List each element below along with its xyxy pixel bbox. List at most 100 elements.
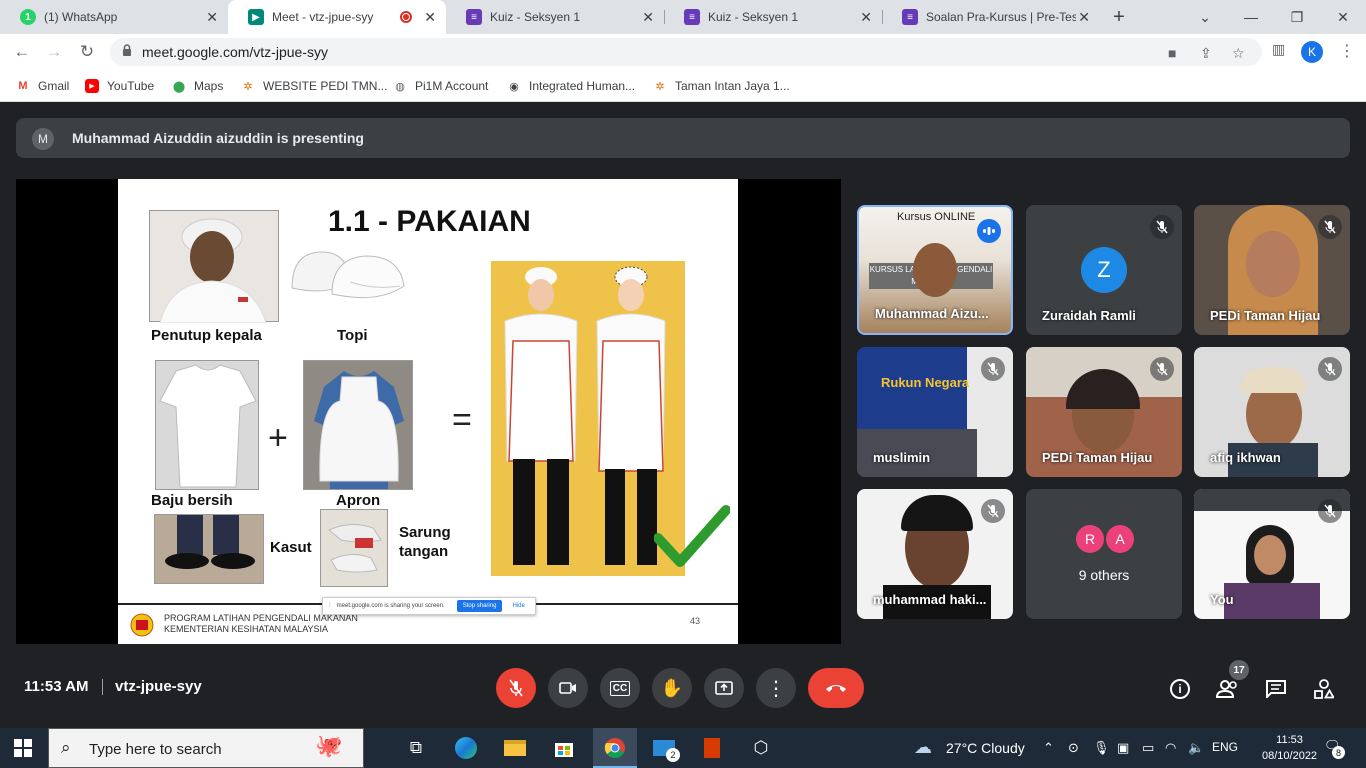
label-baju-bersih: Baju bersih bbox=[151, 492, 233, 509]
bookmark-youtube[interactable]: ▶ YouTube bbox=[85, 76, 154, 96]
wifi-icon[interactable]: ◠ bbox=[1165, 740, 1176, 756]
search-icon: ⌕ bbox=[61, 738, 71, 757]
malaysia-crest-icon bbox=[130, 613, 154, 637]
google-forms-icon: ≡ bbox=[466, 9, 482, 25]
hand-icon: ✋ bbox=[660, 677, 684, 698]
close-icon[interactable]: ✕ bbox=[424, 9, 436, 26]
task-view-icon[interactable]: ⧉ bbox=[402, 734, 430, 762]
avatar: R bbox=[1076, 525, 1104, 553]
tab-soalan[interactable]: ≡ Soalan Pra-Kursus | Pre-Test ✕ bbox=[882, 0, 1100, 34]
mic-toggle-button[interactable] bbox=[496, 668, 536, 708]
chrome-icon[interactable] bbox=[601, 734, 629, 762]
restore-button[interactable]: ❐ bbox=[1274, 0, 1320, 34]
close-icon[interactable]: ✕ bbox=[642, 9, 654, 26]
label-sarung-tangan: Sarung tangan bbox=[399, 524, 451, 560]
stop-sharing-button[interactable]: Stop sharing bbox=[456, 600, 503, 612]
bookmark-website-pedi[interactable]: ✲ WEBSITE PEDI TMN... bbox=[241, 76, 387, 96]
profile-avatar[interactable]: K bbox=[1301, 41, 1323, 63]
participant-tile[interactable]: Kursus ONLINE KURSUS LATIHAN PENGENDALI … bbox=[857, 205, 1013, 335]
activities-button[interactable] bbox=[1311, 676, 1337, 702]
captions-button[interactable]: CC bbox=[600, 668, 640, 708]
cube-app-icon[interactable]: ⬡ bbox=[747, 734, 775, 762]
search-highlight-octopus-icon: 🐙 bbox=[315, 733, 343, 758]
caps-photo bbox=[288, 246, 408, 306]
bookmark-label: YouTube bbox=[107, 79, 155, 93]
meet-main: M Muhammad Aizuddin aizuddin is presenti… bbox=[0, 102, 1366, 728]
drag-handle-icon[interactable]: ⁞ bbox=[329, 603, 331, 609]
tab-kuiz-2[interactable]: ≡ Kuiz - Seksyen 1 ✕ bbox=[664, 0, 882, 34]
bookmark-integrated-human[interactable]: ◉ Integrated Human... bbox=[507, 76, 635, 96]
bookmark-gmail[interactable]: M Gmail bbox=[16, 76, 69, 96]
address-bar[interactable]: meet.google.com/vtz-jpue-syy ■ ⇪ ☆ bbox=[110, 38, 1262, 66]
bookmark-pi1m[interactable]: ◍ Pi1M Account bbox=[393, 76, 488, 96]
hide-button[interactable]: Hide bbox=[512, 603, 524, 609]
mail-icon[interactable]: 2 bbox=[650, 734, 680, 762]
meeting-details-button[interactable]: i bbox=[1167, 676, 1193, 702]
mic-off-icon bbox=[981, 357, 1005, 381]
participant-tile[interactable]: PEDi Taman Hijau bbox=[1194, 205, 1350, 335]
present-button[interactable] bbox=[704, 668, 744, 708]
camera-icon[interactable]: ■ bbox=[1168, 45, 1176, 61]
tab-kuiz-1[interactable]: ≡ Kuiz - Seksyen 1 ✕ bbox=[446, 0, 664, 34]
participant-tile[interactable]: afiq ikhwan bbox=[1194, 347, 1350, 477]
leave-call-button[interactable] bbox=[808, 668, 864, 708]
bookmark-label: Gmail bbox=[38, 79, 70, 93]
clock-date: 08/10/2022 bbox=[1262, 750, 1318, 762]
raise-hand-button[interactable]: ✋ bbox=[652, 668, 692, 708]
bookmark-maps[interactable]: ⬤ Maps bbox=[172, 76, 224, 96]
participant-tile[interactable]: Z Zuraidah Ramli bbox=[1026, 205, 1182, 335]
camera-toggle-button[interactable] bbox=[548, 668, 588, 708]
tray-mic-icon[interactable]: 🎙 bbox=[1093, 740, 1110, 756]
tray-network-icon[interactable]: ▭ bbox=[1142, 740, 1154, 756]
minimize-button[interactable]: — bbox=[1228, 0, 1274, 34]
reload-button[interactable]: ↻ bbox=[76, 41, 98, 63]
tab-title: Meet - vtz-jpue-syy bbox=[272, 10, 374, 24]
new-tab-button[interactable]: + bbox=[1100, 0, 1138, 34]
close-window-button[interactable]: ✕ bbox=[1320, 0, 1366, 34]
tray-display-icon[interactable]: ▣ bbox=[1117, 740, 1129, 756]
tab-meet[interactable]: ▶ Meet - vtz-jpue-syy ✕ bbox=[228, 0, 446, 34]
tray-sync-icon[interactable]: ⊙ bbox=[1068, 740, 1079, 756]
share-icon[interactable]: ⇪ bbox=[1200, 45, 1212, 62]
participant-tile[interactable]: muhammad haki... bbox=[857, 489, 1013, 619]
forward-button[interactable]: → bbox=[43, 41, 65, 63]
windows-start-icon[interactable] bbox=[14, 739, 32, 757]
bookmark-star-icon[interactable]: ☆ bbox=[1232, 45, 1245, 62]
participant-tile[interactable]: Rukun Negara muslimin bbox=[857, 347, 1013, 477]
office-icon[interactable] bbox=[698, 734, 726, 762]
participant-tile-others[interactable]: R A 9 others bbox=[1026, 489, 1182, 619]
close-icon[interactable]: ✕ bbox=[1078, 9, 1090, 26]
back-button[interactable]: ← bbox=[11, 41, 33, 63]
presenting-text: Muhammad Aizuddin aizuddin is presenting bbox=[72, 130, 364, 146]
edge-icon[interactable] bbox=[452, 734, 480, 762]
microsoft-store-icon[interactable] bbox=[550, 734, 578, 762]
weather-text[interactable]: 27°C Cloudy bbox=[946, 740, 1025, 756]
slide-footer-text: PROGRAM LATIHAN PENGENDALI MAKANAN KEMEN… bbox=[164, 613, 358, 635]
file-explorer-icon[interactable] bbox=[501, 734, 529, 762]
weather-cloud-icon[interactable]: ☁ bbox=[914, 737, 932, 758]
bookmark-taman-intan-jaya[interactable]: ✲ Taman Intan Jaya 1... bbox=[653, 76, 789, 96]
tab-search-chevron-icon[interactable]: ⌄ bbox=[1182, 0, 1228, 34]
side-panel-icon[interactable]: ▥ bbox=[1272, 41, 1285, 58]
taskbar-clock[interactable]: 11:53 08/10/2022 bbox=[1262, 732, 1317, 764]
bookmark-label: Pi1M Account bbox=[415, 79, 489, 93]
meeting-code: vtz-jpue-syy bbox=[115, 678, 202, 695]
language-indicator[interactable]: ENG bbox=[1212, 740, 1238, 754]
tab-whatsapp[interactable]: 1 (1) WhatsApp ✕ bbox=[0, 0, 228, 34]
participant-tile-self[interactable]: You bbox=[1194, 489, 1350, 619]
participant-tile[interactable]: PEDi Taman Hijau bbox=[1026, 347, 1182, 477]
menu-kebab-icon[interactable]: ⋮ bbox=[1339, 41, 1355, 61]
show-hidden-icons-icon[interactable]: ⌃ bbox=[1043, 740, 1054, 756]
tab-title: Kuiz - Seksyen 1 bbox=[708, 10, 799, 24]
close-icon[interactable]: ✕ bbox=[860, 9, 872, 26]
close-icon[interactable]: ✕ bbox=[206, 9, 218, 26]
slide-title: 1.1 - PAKAIAN bbox=[328, 205, 531, 238]
volume-icon[interactable]: 🔈 bbox=[1188, 740, 1204, 756]
more-options-button[interactable]: ⋮ bbox=[756, 668, 796, 708]
taskbar-search-box[interactable]: ⌕ Type here to search 🐙 bbox=[48, 728, 364, 768]
mic-off-icon bbox=[1150, 215, 1174, 239]
bookmark-label: Integrated Human... bbox=[529, 79, 636, 93]
background-text: Rukun Negara bbox=[881, 375, 970, 390]
chat-button[interactable] bbox=[1263, 676, 1289, 702]
notification-center-icon[interactable]: 🗨 8 bbox=[1324, 738, 1345, 759]
